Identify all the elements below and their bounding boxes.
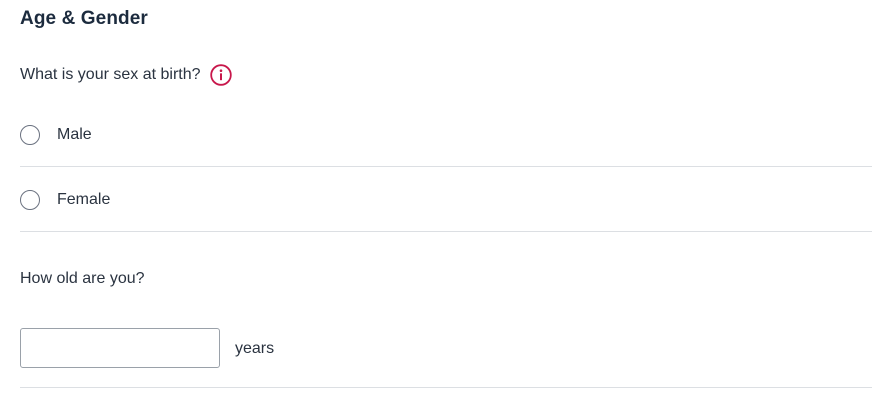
radio-male[interactable] xyxy=(20,124,40,145)
radio-female[interactable] xyxy=(20,189,40,210)
sex-question-label: What is your sex at birth? xyxy=(20,66,201,83)
option-female-label: Female xyxy=(57,190,111,208)
age-question-label: How old are you? xyxy=(20,270,145,287)
option-female[interactable]: Female xyxy=(20,168,872,232)
age-unit-label: years xyxy=(235,340,275,357)
age-row: years xyxy=(20,328,872,388)
option-male[interactable]: Male xyxy=(20,103,872,167)
section-title: Age & Gender xyxy=(20,8,148,29)
option-male-label: Male xyxy=(57,125,92,143)
age-input[interactable] xyxy=(20,328,220,368)
sex-question: What is your sex at birth? xyxy=(20,64,232,86)
info-icon[interactable] xyxy=(209,64,232,86)
